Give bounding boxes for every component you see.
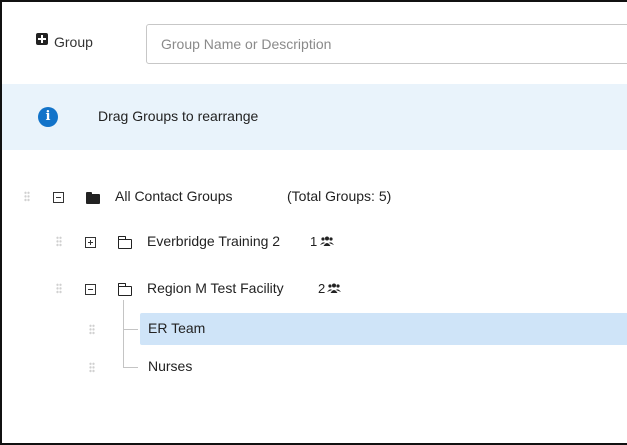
collapse-toggle-icon[interactable]: [53, 192, 64, 203]
drag-handle-icon[interactable]: [89, 362, 95, 373]
info-banner: i Drag Groups to rearrange: [2, 84, 627, 150]
panel-frame: [0, 0, 627, 445]
group-label[interactable]: Everbridge Training 2: [147, 233, 280, 249]
tree-connector: [123, 300, 124, 367]
folder-icon: [117, 236, 132, 249]
group-search-input[interactable]: [146, 24, 627, 64]
folder-icon: [117, 283, 132, 296]
total-groups-label: (Total Groups: 5): [287, 188, 392, 204]
tree-connector: [123, 367, 138, 368]
drag-handle-icon[interactable]: [56, 283, 62, 294]
collapse-toggle-icon[interactable]: [85, 284, 96, 295]
subgroup-label[interactable]: Nurses: [148, 358, 192, 374]
plus-square-icon: [36, 33, 48, 45]
drag-handle-icon[interactable]: [24, 191, 30, 202]
info-message: Drag Groups to rearrange: [98, 108, 259, 124]
add-group-label: Group: [54, 34, 93, 50]
folder-filled-icon: [86, 192, 100, 204]
drag-handle-icon[interactable]: [56, 236, 62, 247]
group-label[interactable]: Region M Test Facility: [147, 280, 284, 296]
users-icon: [327, 283, 341, 293]
expand-toggle-icon[interactable]: [85, 237, 96, 248]
users-icon: [320, 236, 334, 246]
member-count: 2: [318, 281, 326, 296]
info-icon: i: [38, 107, 58, 127]
tree-connector: [123, 329, 138, 330]
drag-handle-icon[interactable]: [89, 324, 95, 335]
root-group-label[interactable]: All Contact Groups: [115, 188, 233, 204]
selected-row-highlight: [140, 313, 627, 345]
subgroup-label[interactable]: ER Team: [148, 320, 205, 336]
member-count: 1: [310, 234, 318, 249]
add-group-button[interactable]: Group: [36, 28, 93, 56]
